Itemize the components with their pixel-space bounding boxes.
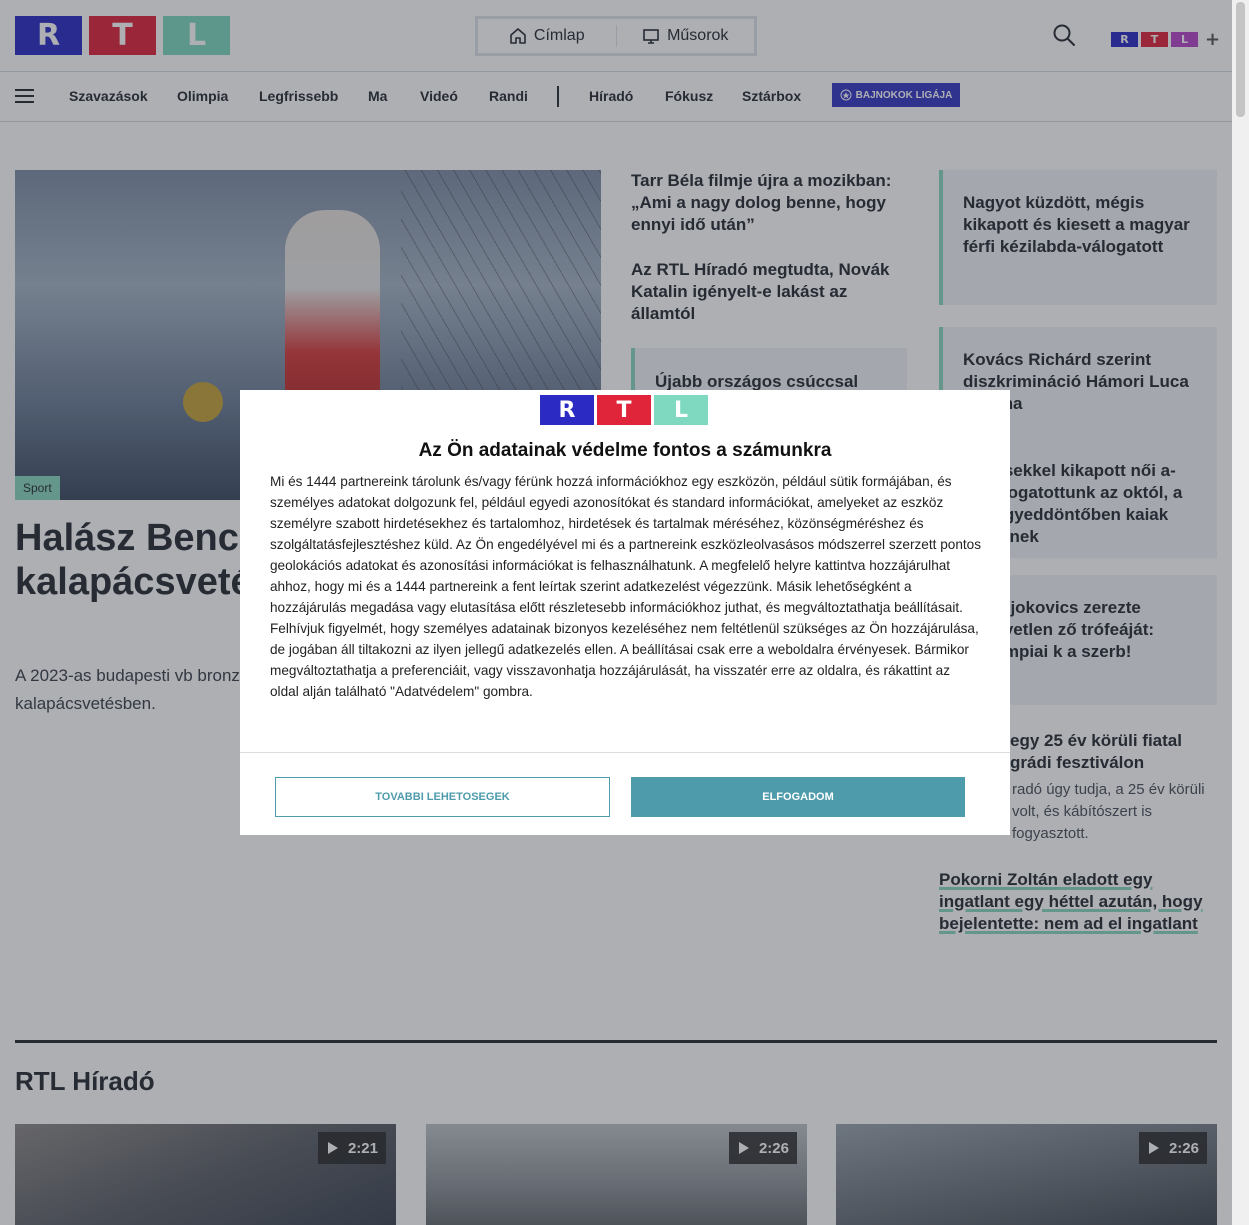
logo-letter-t: T (597, 395, 651, 425)
consent-dialog: R T L Az Ön adatainak védelme fontos a s… (240, 390, 1010, 835)
consent-body: Mi és 1444 partnereink tárolunk és/vagy … (270, 474, 982, 699)
more-options-button[interactable]: TOVABBI LEHETOSEGEK (275, 777, 610, 817)
vertical-scrollbar[interactable] (1232, 0, 1249, 1225)
page: R T L Címlap Műsorok R T L + Szavazások … (0, 0, 1232, 1225)
consent-title: Az Ön adatainak védelme fontos a számunk… (418, 440, 832, 461)
logo-letter-l: L (654, 395, 708, 425)
consent-rtl-logo: R T L (540, 395, 708, 425)
scrollbar-thumb[interactable] (1236, 2, 1245, 117)
accept-button[interactable]: ELFOGADOM (631, 777, 965, 817)
logo-letter-r: R (540, 395, 594, 425)
consent-separator (240, 752, 1010, 753)
